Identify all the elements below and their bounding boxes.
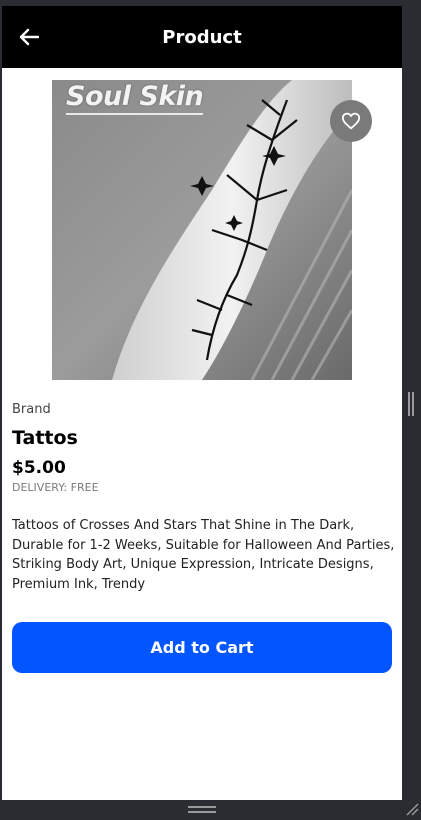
product-brand: Brand	[12, 402, 51, 417]
product-info: Brand Tattos $5.00 DELIVERY: FREE Tattoo…	[12, 402, 396, 594]
back-button[interactable]	[16, 24, 42, 50]
grip-line	[408, 392, 410, 416]
product-price: $5.00	[12, 458, 66, 478]
arrow-left-icon	[19, 28, 39, 46]
grip-line	[412, 392, 414, 416]
side-resize-handle[interactable]	[408, 392, 414, 416]
grip-line	[188, 806, 216, 808]
grip-line	[188, 811, 216, 813]
heart-outline-icon	[341, 112, 361, 130]
product-description: Tattoos of Crosses And Stars That Shine …	[12, 518, 395, 592]
top-app-bar: Product	[2, 6, 402, 68]
page-title: Product	[162, 26, 242, 48]
product-image: Soul Skin	[52, 80, 352, 380]
delivery-info: DELIVERY: FREE	[12, 481, 99, 494]
image-watermark: Soul Skin	[66, 82, 204, 115]
product-name: Tattos	[12, 427, 78, 449]
bottom-resize-handle[interactable]	[188, 806, 216, 814]
add-to-cart-button[interactable]: Add to Cart	[12, 622, 392, 673]
app-window: Product Soul Skin Brand Tattos $5.00 DEL…	[2, 6, 402, 800]
product-photo	[52, 80, 352, 380]
favorite-button[interactable]	[330, 100, 372, 142]
resize-corner-icon[interactable]	[405, 802, 419, 816]
